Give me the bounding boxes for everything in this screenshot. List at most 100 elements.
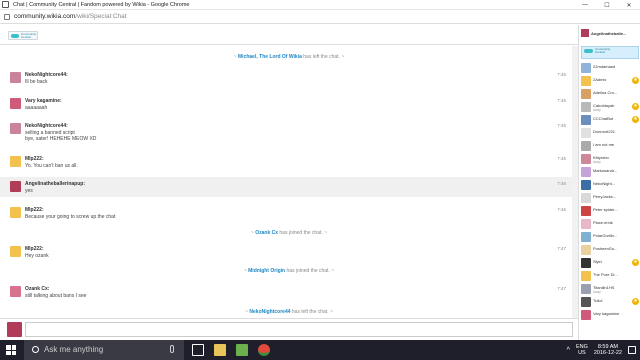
message-text: still talking about bans I see: [25, 293, 87, 299]
page-icon: [4, 13, 10, 20]
avatar[interactable]: [10, 123, 21, 134]
window-title: Chat | Community Central | Fandom powere…: [13, 1, 190, 8]
minecraft-icon[interactable]: [236, 344, 248, 356]
message-user[interactable]: Ozank Cx:: [25, 286, 49, 292]
show-hidden-icons-icon[interactable]: ^: [567, 347, 570, 354]
close-button[interactable]: ✕: [618, 0, 640, 10]
chat-input-bar: [0, 318, 578, 340]
user-name: Tullol: [593, 298, 603, 303]
wiki-logo[interactable]: Community Central: [8, 31, 38, 40]
chat-message: NekoNightcore44: selling a banned script…: [0, 121, 578, 145]
avatar: [581, 63, 591, 73]
user-name: I am not me: [593, 142, 615, 147]
wiki-room[interactable]: Community Central: [581, 46, 639, 59]
chat-messages[interactable]: ~ Michael, The Lord Of Wikia has left th…: [0, 46, 578, 318]
message-user[interactable]: Vary kagamine:: [25, 98, 62, 104]
user-list-item[interactable]: Kittyrobo Away: [579, 153, 640, 166]
user-list-item[interactable]: PerryJacks...: [579, 192, 640, 205]
self-avatar: [7, 322, 22, 337]
avatar: [581, 89, 591, 99]
windows-start-icon[interactable]: [6, 345, 16, 355]
url-text[interactable]: community.wikia.com/wiki/Special:Chat: [14, 13, 127, 20]
message-user[interactable]: Mlp222:: [25, 246, 44, 252]
user-list-item[interactable]: PusheenGu...: [579, 244, 640, 257]
address-bar[interactable]: community.wikia.com/wiki/Special:Chat: [0, 10, 640, 24]
event-user[interactable]: Midnight Origin: [248, 268, 285, 274]
notifications-icon[interactable]: [628, 346, 636, 354]
avatar: [581, 284, 591, 294]
user-list: Angelinatheballe... Community Central 22…: [578, 25, 640, 340]
event-user[interactable]: NekoNightcore44: [249, 309, 290, 315]
user-name: Adelina Cro...: [593, 90, 618, 95]
avatar[interactable]: [10, 98, 21, 109]
chat-message: Mlp222: Hey ozank 7:47: [0, 244, 578, 262]
language-indicator[interactable]: ENG US: [576, 344, 588, 356]
user-list-item[interactable]: Place.erink: [579, 218, 640, 231]
message-user[interactable]: Mlp222:: [25, 207, 44, 213]
avatar[interactable]: [10, 207, 21, 218]
message-time: 7:45: [557, 72, 566, 77]
file-explorer-icon[interactable]: [214, 344, 226, 356]
user-list-item[interactable]: The Pure Di...: [579, 270, 640, 283]
message-time: 7:47: [557, 246, 566, 251]
minimize-button[interactable]: —: [574, 0, 596, 10]
user-list-item[interactable]: Markusandr...: [579, 166, 640, 179]
avatar: [581, 29, 589, 37]
user-list-item[interactable]: Peter spider...: [579, 205, 640, 218]
avatar: [581, 128, 591, 138]
user-status: Away: [593, 108, 601, 112]
user-list-item[interactable]: I am not me: [579, 140, 640, 153]
user-list-item[interactable]: NekoNight...: [579, 179, 640, 192]
avatar[interactable]: [10, 156, 21, 167]
clock[interactable]: 8:59 AM 2016-12-22: [594, 344, 622, 357]
user-list-item[interactable]: Slyel ★: [579, 257, 640, 270]
avatar: [581, 258, 591, 268]
user-list-item[interactable]: Adelina Cro...: [579, 88, 640, 101]
maximize-button[interactable]: ☐: [596, 0, 618, 10]
chat-event: ~ Michael, The Lord Of Wikia has left th…: [233, 54, 345, 60]
user-list-item[interactable]: PolarGorilln...: [579, 231, 640, 244]
search-placeholder: Ask me anything: [44, 345, 104, 354]
event-user[interactable]: Ozank Cx: [255, 230, 278, 236]
user-name: Vary kagamine: [593, 311, 620, 316]
user-list-item[interactable]: Caboblayah Away ★: [579, 101, 640, 114]
user-name: PolarGorilln...: [593, 233, 618, 238]
moderator-star-icon: ★: [632, 259, 639, 266]
community-logo-icon: [11, 34, 19, 38]
task-view-icon[interactable]: [192, 344, 204, 356]
user-list-item[interactable]: Vary kagamine: [579, 309, 640, 322]
moderator-star-icon: ★: [632, 103, 639, 110]
user-name: Slyel: [593, 259, 602, 264]
avatar: [581, 167, 591, 177]
user-list-item[interactable]: Tullol ★: [579, 296, 640, 309]
microphone-icon[interactable]: [170, 345, 174, 353]
user-list-item[interactable]: Dunmort221: [579, 127, 640, 140]
user-list-item[interactable]: Titanilin1HS Away: [579, 283, 640, 296]
user-list-item[interactable]: 22mdamand: [579, 62, 640, 75]
avatar: [581, 297, 591, 307]
avatar[interactable]: [10, 181, 21, 192]
event-user[interactable]: Michael, The Lord Of Wikia: [238, 54, 302, 60]
avatar[interactable]: [10, 246, 21, 257]
avatar: [581, 180, 591, 190]
message-user[interactable]: Mlp222:: [25, 156, 44, 162]
message-user[interactable]: Angelinatheballerinapup:: [25, 181, 85, 187]
cortana-search-box[interactable]: Ask me anything: [24, 340, 184, 360]
user-list-item[interactable]: CCChatBot ★: [579, 114, 640, 127]
chat-message-input[interactable]: [25, 322, 573, 337]
user-name: CCChatBot: [593, 116, 614, 121]
avatar[interactable]: [10, 286, 21, 297]
user-list-item[interactable]: 2Admix ★: [579, 75, 640, 88]
current-user[interactable]: Angelinatheballe...: [579, 27, 640, 41]
avatar: [581, 76, 591, 86]
user-name: Dunmort221: [593, 129, 616, 134]
message-user[interactable]: NekoNightcore44:: [25, 72, 68, 78]
chat-message: Mlp222: Because your going to screw up t…: [0, 205, 578, 223]
chrome-icon[interactable]: [258, 344, 270, 356]
avatar[interactable]: [10, 72, 21, 83]
avatar: [581, 245, 591, 255]
user-name: NekoNight...: [593, 181, 616, 186]
message-user[interactable]: NekoNightcore44:: [25, 123, 68, 129]
window-controls: — ☐ ✕: [574, 0, 640, 10]
avatar: [581, 154, 591, 164]
